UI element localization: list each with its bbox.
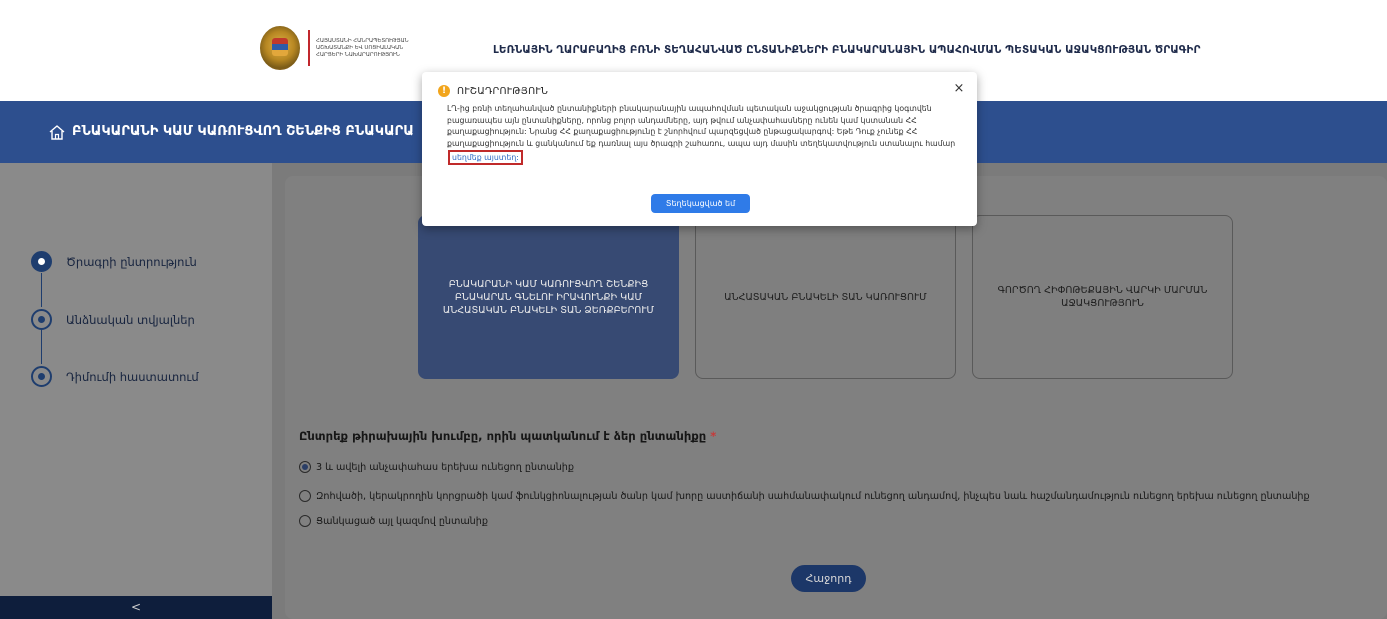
step-personal-data[interactable]: Անձնական տվյալներ [31, 309, 195, 330]
home-icon[interactable] [48, 124, 66, 140]
step-indicator-icon [31, 366, 52, 387]
program-card-construction[interactable]: ԱՆՀԱՏԱԿԱՆ ԲՆԱԿԵԼԻ ՏԱՆ ԿԱՌՈՒՑՈՒՄ [695, 215, 956, 379]
site-title: ԼԵՌՆԱՅԻՆ ՂԱՐԱԲԱՂԻՑ ԲՌՆԻ ՏԵՂԱՀԱՆՎԱԾ ԸՆՏԱՆ… [493, 44, 1201, 56]
program-card-mortgage[interactable]: ԳՈՐԾՈՂ ՀԻՓՈԹԵՔԱՅԻՆ ՎԱՐԿԻ ՄԱՐՄԱՆ ԱՋԱԿՑՈՒԹ… [972, 215, 1233, 379]
modal-message: ԼՂ-ից բռնի տեղահանված ընտանիքների բնակար… [447, 103, 965, 165]
option-label: 3 և ավելի անչափահաս երեխա ունեցող ընտանի… [316, 461, 574, 473]
sidebar-collapse-button[interactable]: < [0, 596, 272, 619]
ministry-logo[interactable]: ՀԱՅԱՍՏԱՆԻ ՀԱՆՐԱՊԵՏՈՒԹՅԱՆ ԱՇԽԱՏԱՆՔԻ ԵՎ ՍՈ… [260, 26, 436, 70]
acknowledge-button[interactable]: Տեղեկացված եմ [651, 194, 750, 213]
card-label: ԱՆՀԱՏԱԿԱՆ ԲՆԱԿԵԼԻ ՏԱՆ ԿԱՌՈՒՑՈՒՄ [724, 291, 927, 303]
step-connector [41, 273, 42, 307]
target-group-option[interactable]: Զոհվածի, կերակրողին կորցրածի կամ ֆունկցի… [299, 490, 1310, 502]
step-label: Անձնական տվյալներ [66, 312, 195, 327]
modal-title: ՈՒՇԱԴՐՈՒԹՅՈՒՆ [457, 85, 549, 97]
close-icon[interactable]: × [952, 82, 966, 96]
step-label: Դիմումի հաստատում [66, 369, 199, 384]
link-highlight: սեղմեք այստեղ: [448, 149, 523, 165]
card-label: ԲՆԱԿԱՐԱՆԻ ԿԱՄ ԿԱՌՈՒՑՎՈՂ ՇԵՆՔԻՑ ԲՆԱԿԱՐԱՆ … [442, 278, 655, 316]
attention-modal: ! ՈՒՇԱԴՐՈՒԹՅՈՒՆ × ԼՂ-ից բռնի տեղահանված … [422, 72, 977, 226]
program-card-purchase[interactable]: ԲՆԱԿԱՐԱՆԻ ԿԱՄ ԿԱՌՈՒՑՎՈՂ ՇԵՆՔԻՑ ԲՆԱԿԱՐԱՆ … [418, 215, 679, 379]
radio-button[interactable] [299, 490, 311, 502]
info-link[interactable]: սեղմեք այստեղ: [452, 153, 519, 162]
next-button[interactable]: Հաջորդ [791, 565, 866, 592]
option-label: Ցանկացած այլ կազմով ընտանիք [316, 515, 488, 527]
target-group-question: Ընտրեք թիրախային խումբը, որին պատկանում … [299, 429, 717, 443]
warning-icon: ! [438, 85, 450, 97]
sidebar [0, 163, 272, 619]
coat-of-arms-icon [260, 26, 300, 70]
step-connector [41, 330, 42, 364]
logo-divider [308, 30, 310, 66]
radio-button[interactable] [299, 461, 311, 473]
step-label: Ծրագրի ընտրություն [66, 254, 197, 269]
radio-button[interactable] [299, 515, 311, 527]
banner-title: ԲՆԱԿԱՐԱՆԻ ԿԱՄ ԿԱՌՈՒՑՎՈՂ ՇԵՆՔԻՑ ԲՆԱԿԱՐԱ [72, 124, 414, 139]
ministry-name: ՀԱՅԱՍՏԱՆԻ ՀԱՆՐԱՊԵՏՈՒԹՅԱՆ ԱՇԽԱՏԱՆՔԻ ԵՎ ՍՈ… [316, 37, 409, 58]
target-group-option[interactable]: Ցանկացած այլ կազմով ընտանիք [299, 515, 488, 527]
step-program-selection[interactable]: Ծրագրի ընտրություն [31, 251, 197, 272]
card-label: ԳՈՐԾՈՂ ՀԻՓՈԹԵՔԱՅԻՆ ՎԱՐԿԻ ՄԱՐՄԱՆ ԱՋԱԿՑՈՒԹ… [997, 285, 1208, 309]
step-application-confirmation[interactable]: Դիմումի հաստատում [31, 366, 199, 387]
step-indicator-icon [31, 251, 52, 272]
step-indicator-icon [31, 309, 52, 330]
modal-header: ! ՈՒՇԱԴՐՈՒԹՅՈՒՆ [438, 85, 548, 97]
required-marker: * [710, 429, 717, 443]
target-group-option[interactable]: 3 և ավելի անչափահաս երեխա ունեցող ընտանի… [299, 461, 574, 473]
option-label: Զոհվածի, կերակրողին կորցրածի կամ ֆունկցի… [316, 490, 1310, 502]
